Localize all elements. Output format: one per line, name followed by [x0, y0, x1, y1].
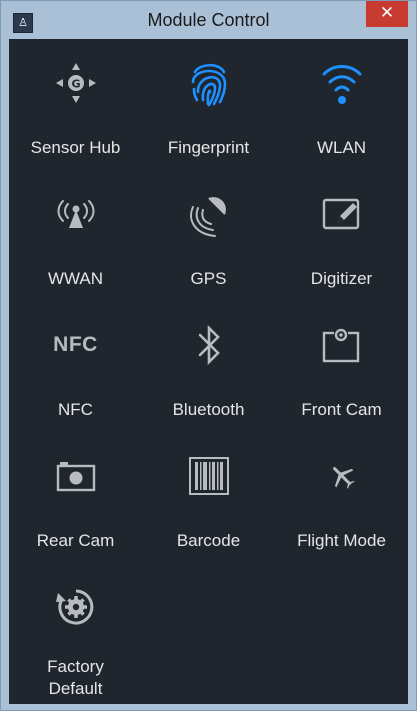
title-bar[interactable]: ♙ Module Control ✕	[1, 1, 416, 39]
factory-reset-icon	[55, 589, 93, 625]
module-label: Front Cam	[301, 400, 382, 419]
module-panel: G Sensor Hub Fingerprint WLAN WWAN GPS D…	[9, 39, 408, 704]
rear-camera-icon	[56, 462, 95, 492]
bluetooth-icon	[198, 324, 220, 366]
module-label: WWAN	[47, 269, 104, 288]
module-gps[interactable]: GPS	[142, 170, 275, 301]
module-control-window: ♙ Module Control ✕ G Sensor Hub Fingerpr…	[0, 0, 417, 711]
module-label: Fingerprint	[167, 138, 250, 157]
module-digitizer[interactable]: Digitizer	[275, 170, 408, 301]
module-label: Rear Cam	[36, 531, 115, 550]
barcode-icon	[188, 457, 229, 495]
module-label: Factory Default	[47, 657, 104, 698]
module-nfc[interactable]: NFC NFC	[9, 301, 142, 432]
module-wlan[interactable]: WLAN	[275, 39, 408, 170]
module-sensor-hub[interactable]: G Sensor Hub	[9, 39, 142, 170]
module-fingerprint[interactable]: Fingerprint	[142, 39, 275, 170]
wifi-icon	[322, 65, 361, 104]
module-label: GPS	[190, 269, 227, 288]
module-label: Flight Mode	[297, 531, 386, 550]
module-label: Barcode	[176, 531, 241, 550]
module-grid: G Sensor Hub Fingerprint WLAN WWAN GPS D…	[9, 39, 408, 704]
module-label: Sensor Hub	[30, 138, 121, 157]
module-bluetooth[interactable]: Bluetooth	[142, 301, 275, 432]
airplane-icon	[332, 467, 355, 489]
module-factory-default[interactable]: Factory Default	[9, 563, 142, 698]
pen-tablet-icon	[322, 198, 359, 230]
nfc-icon: NFC	[53, 333, 98, 356]
front-camera-icon	[322, 328, 359, 363]
window-title: Module Control	[147, 10, 270, 30]
antenna-icon	[57, 200, 94, 228]
module-label: Digitizer	[310, 269, 373, 288]
fingerprint-icon	[191, 63, 226, 107]
module-barcode[interactable]: Barcode	[142, 432, 275, 563]
module-wwan[interactable]: WWAN	[9, 170, 142, 301]
module-label: NFC	[58, 400, 93, 419]
svg-text:G: G	[71, 78, 80, 91]
module-label: WLAN	[316, 138, 367, 157]
module-flight-mode[interactable]: Flight Mode	[275, 432, 408, 563]
sensor-hub-icon: G	[55, 63, 96, 103]
module-front-cam[interactable]: Front Cam	[275, 301, 408, 432]
close-button[interactable]: ✕	[366, 1, 408, 27]
satellite-dish-icon	[189, 197, 226, 237]
module-rear-cam[interactable]: Rear Cam	[9, 432, 142, 563]
module-label: Bluetooth	[172, 400, 245, 419]
